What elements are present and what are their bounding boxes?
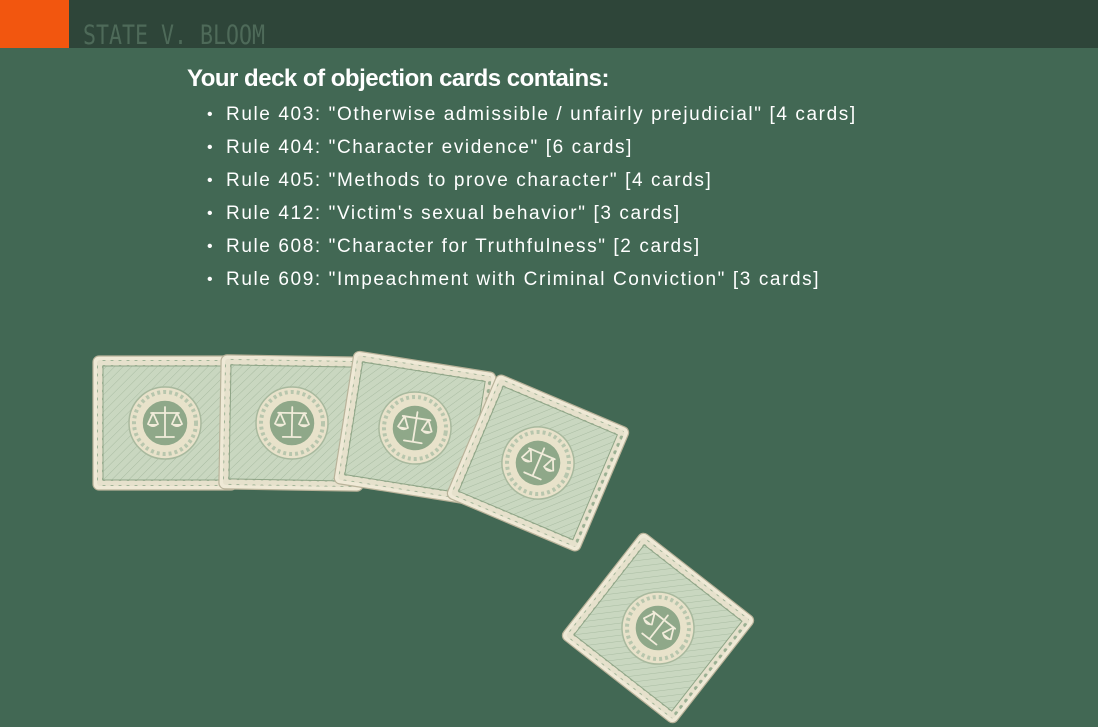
bullet-icon: • xyxy=(207,166,214,196)
deck-heading: Your deck of objection cards contains: xyxy=(187,65,609,93)
rule-list: • Rule 403: "Otherwise admissible / unfai… xyxy=(207,100,857,298)
bullet-icon: • xyxy=(207,232,214,262)
rule-list-item: • Rule 403: "Otherwise admissible / unfai… xyxy=(207,100,857,133)
game-title: STATE V. BLOOM xyxy=(83,22,265,50)
rule-text: Rule 403: "Otherwise admissible / unfair… xyxy=(226,104,857,125)
rule-list-item: • Rule 609: "Impeachment with Criminal Co… xyxy=(207,265,857,298)
rule-list-item: • Rule 412: "Victim's sexual behavior" [3… xyxy=(207,199,857,232)
rule-list-item: • Rule 608: "Character for Truthfulness" … xyxy=(207,232,857,265)
rule-list-item: • Rule 405: "Methods to prove character" … xyxy=(207,166,857,199)
bullet-icon: • xyxy=(207,199,214,229)
objection-card[interactable] xyxy=(559,529,758,726)
rule-text: Rule 609: "Impeachment with Criminal Con… xyxy=(226,269,820,290)
rule-text: Rule 404: "Character evidence" [6 cards] xyxy=(226,137,633,158)
rule-text: Rule 405: "Methods to prove character" [… xyxy=(226,170,712,191)
objection-card[interactable] xyxy=(92,355,238,491)
bullet-icon: • xyxy=(207,100,214,130)
bullet-icon: • xyxy=(207,265,214,295)
rule-text: Rule 608: "Character for Truthfulness" [… xyxy=(226,236,701,257)
top-bar: STATE V. BLOOM xyxy=(0,0,1098,48)
bullet-icon: • xyxy=(207,133,214,163)
rule-list-item: • Rule 404: "Character evidence" [6 cards… xyxy=(207,133,857,166)
scales-of-justice-icon xyxy=(92,355,238,491)
rule-text: Rule 412: "Victim's sexual behavior" [3 … xyxy=(226,203,681,224)
logo-block xyxy=(0,0,69,48)
scales-of-justice-icon xyxy=(559,529,758,726)
